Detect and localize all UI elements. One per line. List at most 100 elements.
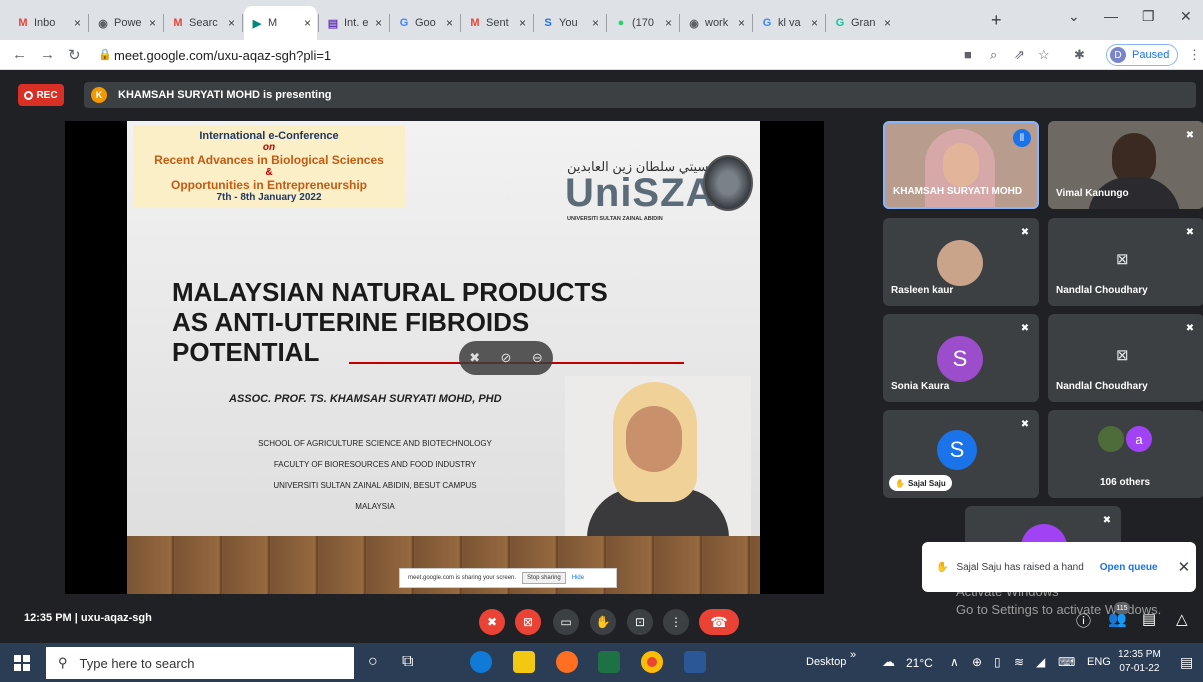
weather-temp[interactable]: 21°C: [906, 656, 933, 670]
edge-icon[interactable]: [470, 651, 492, 673]
close-tab-icon[interactable]: ×: [738, 16, 745, 30]
participant-tile[interactable]: ✖ Vimal Kanungo: [1048, 121, 1203, 209]
participant-tile[interactable]: S ✖ ✋ Sajal Saju: [883, 410, 1039, 498]
remove-icon[interactable]: ⊖: [532, 350, 543, 366]
browser-tab[interactable]: ▶ M ×: [244, 6, 317, 40]
participant-tile[interactable]: ⊠ ✖ Nandlal Choudhary: [1048, 218, 1203, 306]
open-queue-button[interactable]: Open queue: [1100, 562, 1158, 573]
close-tab-icon[interactable]: ×: [228, 16, 235, 30]
extensions-icon[interactable]: ✱: [1074, 47, 1085, 63]
hide-share-bar-button[interactable]: Hide: [572, 575, 584, 581]
close-tab-icon[interactable]: ×: [519, 16, 526, 30]
close-window-button[interactable]: ✕: [1180, 8, 1192, 25]
close-tab-icon[interactable]: ×: [375, 16, 382, 30]
lock-icon[interactable]: 🔒: [98, 48, 112, 61]
forward-icon[interactable]: →: [40, 46, 55, 63]
tab-title: Powe: [114, 17, 142, 29]
participant-tile[interactable]: ✖ Rasleen kaur: [883, 218, 1039, 306]
leave-call-button[interactable]: ☎: [699, 609, 739, 635]
word-icon[interactable]: [684, 651, 706, 673]
network-icon[interactable]: ⊕: [972, 655, 982, 669]
participant-tile[interactable]: ⦀ KHAMSAH SURYATI MOHD: [883, 121, 1039, 209]
address-bar-row: ← → ↻ 🔒 meet.google.com/uxu-aqaz-sgh?pli…: [0, 40, 1203, 70]
tray-overflow-icon[interactable]: ∧: [950, 655, 959, 669]
desktop-toolbar-label[interactable]: Desktop: [806, 656, 846, 668]
volume-icon[interactable]: ◢: [1036, 655, 1045, 669]
mic-muted-icon: ✖: [1102, 514, 1112, 526]
captions-button[interactable]: ▭: [553, 609, 579, 635]
weather-icon[interactable]: ☁: [882, 654, 895, 670]
browser-tab[interactable]: G Goo ×: [391, 6, 459, 40]
clock[interactable]: 12:35 PM 07-01-22: [1118, 648, 1161, 676]
close-tab-icon[interactable]: ×: [74, 16, 81, 30]
taskbar-search-box[interactable]: ⚲ Type here to search: [46, 647, 354, 679]
meeting-details-icon[interactable]: ⓘ: [1076, 610, 1091, 631]
mic-off-icon[interactable]: ✖: [469, 350, 480, 366]
browser-tab[interactable]: ◉ work ×: [681, 6, 751, 40]
others-tile[interactable]: a 106 others: [1048, 410, 1203, 498]
close-tab-icon[interactable]: ×: [304, 16, 311, 30]
raise-hand-button[interactable]: ✋: [590, 609, 616, 635]
tab-search-icon[interactable]: ⌄: [1068, 8, 1080, 25]
participant-tile[interactable]: ⊠ ✖ Nandlal Choudhary: [1048, 314, 1203, 402]
chrome-icon[interactable]: [641, 651, 663, 673]
participant-avatar: S: [937, 430, 977, 470]
browser-tab[interactable]: ◉ Powe ×: [90, 6, 162, 40]
camera-in-use-icon[interactable]: ■: [964, 47, 972, 62]
back-icon[interactable]: ←: [12, 46, 27, 63]
browser-tab[interactable]: M Searc ×: [165, 6, 241, 40]
close-tab-icon[interactable]: ×: [149, 16, 156, 30]
close-tab-icon[interactable]: ×: [811, 16, 818, 30]
share-icon[interactable]: ⇗: [1014, 47, 1025, 63]
close-tab-icon[interactable]: ×: [446, 16, 453, 30]
battery-icon[interactable]: ▯: [994, 655, 1001, 669]
activities-icon[interactable]: △: [1176, 610, 1188, 628]
more-options-button[interactable]: ⋮: [663, 609, 689, 635]
windows-start-icon[interactable]: [14, 655, 30, 671]
close-tab-icon[interactable]: ×: [884, 16, 891, 30]
browser-tab[interactable]: S You ×: [535, 6, 605, 40]
camera-toggle-button[interactable]: ⊠: [515, 609, 541, 635]
tab-title: Gran: [851, 17, 876, 29]
tile-hover-controls[interactable]: ✖ ⊘ ⊖: [459, 341, 553, 375]
close-tab-icon[interactable]: ×: [592, 16, 599, 30]
bookmark-star-icon[interactable]: ☆: [1038, 47, 1050, 63]
restore-button[interactable]: ❐: [1142, 8, 1155, 25]
toolbar-expand-icon[interactable]: »: [850, 649, 856, 661]
url-field[interactable]: meet.google.com/uxu-aqaz-sgh?pli=1: [114, 48, 331, 63]
browser-tab[interactable]: M Sent ×: [462, 6, 532, 40]
gmail-icon: M: [18, 17, 28, 29]
firefox-icon[interactable]: [556, 651, 578, 673]
browser-tab[interactable]: M Inbo ×: [10, 6, 87, 40]
mic-toggle-button[interactable]: ✖: [479, 609, 505, 635]
language-indicator[interactable]: ENG: [1087, 656, 1111, 668]
whatsapp-icon: ●: [617, 17, 625, 29]
new-tab-button[interactable]: +: [991, 10, 1002, 31]
present-now-button[interactable]: ⊡: [627, 609, 653, 635]
notifications-icon[interactable]: ▤: [1180, 654, 1193, 671]
browser-tab[interactable]: Gkl va ×: [754, 6, 824, 40]
self-view-tile[interactable]: ✖: [965, 506, 1121, 544]
browser-tab[interactable]: ▤ Int. e ×: [320, 6, 388, 40]
minimize-button[interactable]: —: [1104, 8, 1118, 24]
close-toast-icon[interactable]: ✕: [1178, 558, 1191, 576]
excel-icon[interactable]: [598, 651, 620, 673]
zoom-icon[interactable]: ⌕: [990, 47, 997, 63]
google-icon: G: [399, 17, 409, 29]
task-view-icon[interactable]: ⧉: [402, 653, 413, 671]
stop-sharing-button[interactable]: Stop sharing: [522, 572, 566, 584]
browser-tab[interactable]: ● (170 ×: [608, 6, 678, 40]
wifi-icon[interactable]: ≋: [1014, 655, 1024, 669]
speaker-off-icon[interactable]: ⊘: [501, 350, 512, 366]
browser-tab[interactable]: G Gran ×: [827, 6, 897, 40]
reload-icon[interactable]: ↻: [68, 46, 81, 64]
keyboard-icon[interactable]: ⌨: [1058, 655, 1075, 669]
meeting-time: 12:35 PM: [24, 612, 72, 624]
profile-button[interactable]: D Paused: [1106, 44, 1178, 66]
participant-tile[interactable]: S ✖ Sonia Kaura: [883, 314, 1039, 402]
close-tab-icon[interactable]: ×: [665, 16, 672, 30]
browser-menu-icon[interactable]: ⋮: [1188, 47, 1201, 63]
chat-icon[interactable]: ▤: [1142, 610, 1156, 628]
cortana-icon[interactable]: ○: [368, 653, 378, 671]
file-explorer-icon[interactable]: [513, 651, 535, 673]
